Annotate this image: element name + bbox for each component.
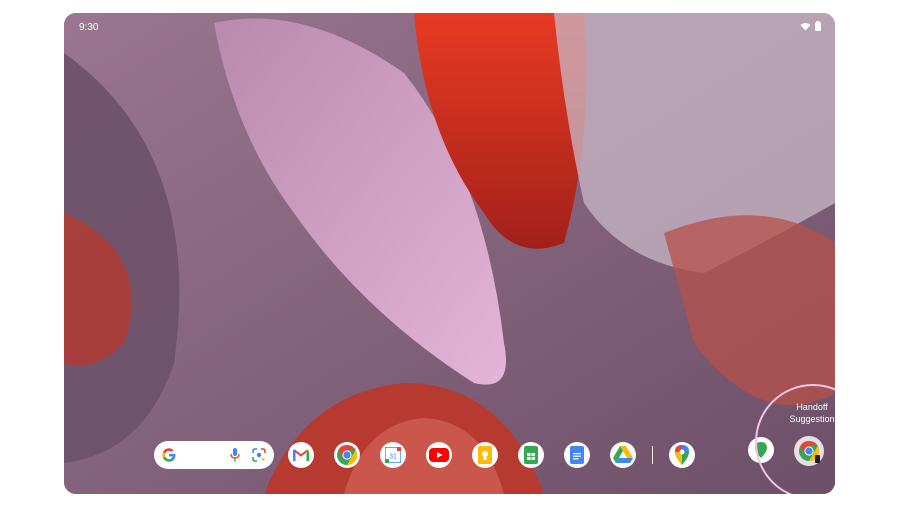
search-actions [230,448,266,462]
gmail-icon[interactable] [288,442,314,468]
handoff-label-line2: Suggestion [789,414,835,424]
handoff-chrome-icon[interactable] [794,436,824,466]
drive-icon[interactable] [610,442,636,468]
keep-icon[interactable] [472,442,498,468]
sheets-icon[interactable] [518,442,544,468]
battery-icon [815,21,821,31]
wallpaper [64,13,835,494]
status-icons [800,21,821,31]
calendar-day-label: 31 [389,454,397,461]
handoff-suggestion-label: Handoff Suggestion [776,401,835,425]
dock-divider [652,446,653,464]
mic-icon[interactable] [230,448,240,462]
handoff-label-line1: Handoff [796,402,828,412]
youtube-icon[interactable] [426,442,452,468]
calendar-icon[interactable]: 31 [380,442,406,468]
google-lens-icon[interactable] [252,448,266,462]
google-search-bar[interactable] [154,441,274,469]
status-time: 9:30 [79,22,99,33]
docs-icon[interactable] [564,442,590,468]
google-g-icon [162,448,176,462]
maps-icon[interactable] [669,442,695,468]
wifi-icon [800,22,811,30]
dock: 31 [154,437,695,473]
chrome-icon[interactable] [334,442,360,468]
tablet-screen: 9:30 31 Handoff Suggestion [64,13,835,494]
